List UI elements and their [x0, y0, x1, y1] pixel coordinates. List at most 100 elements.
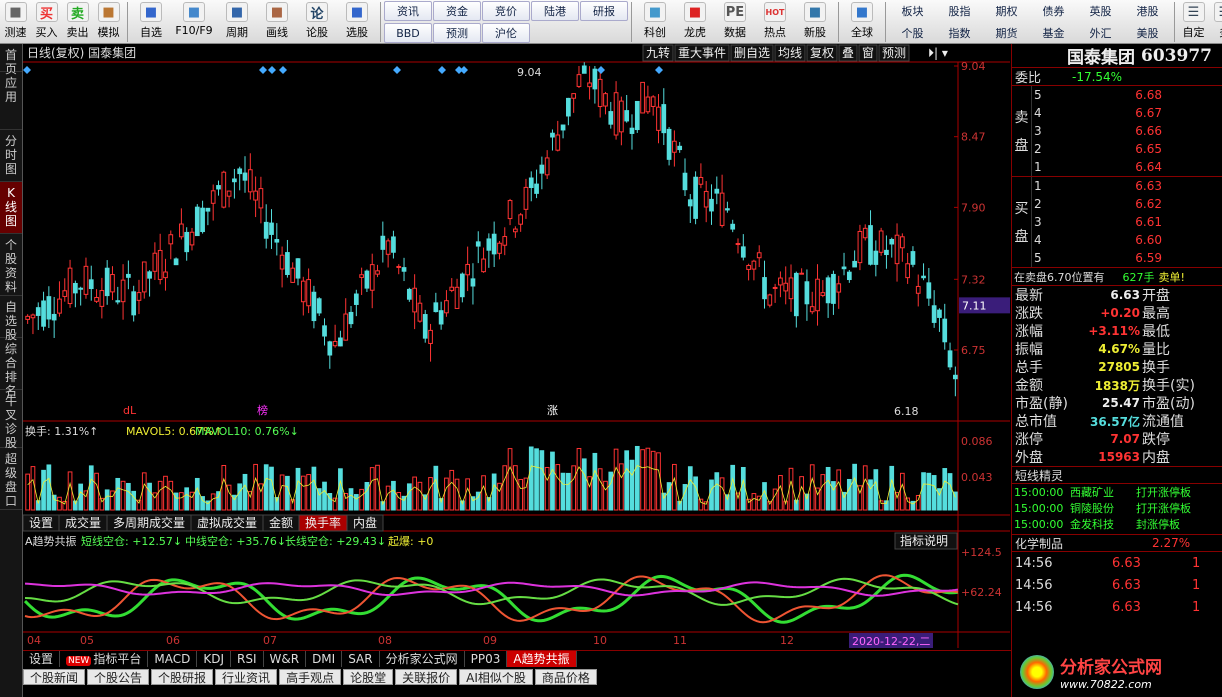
candle[interactable] [475, 231, 481, 264]
indicator-tab[interactable]: MACD [148, 651, 198, 667]
chart-canvas[interactable]: 日线(复权) 国泰集团 九转 重大事件 删自选 均线 复权叠窗预测 ⏵| ▾ 9.04 8.47… [22, 44, 1010, 652]
candle[interactable] [656, 94, 661, 144]
volume-tab[interactable]: 多周期成交量 [106, 514, 192, 532]
candle[interactable] [46, 286, 52, 329]
candle[interactable] [645, 85, 651, 114]
simulate-icon-button[interactable]: ■ 模拟 [93, 0, 124, 43]
candle[interactable] [88, 265, 94, 301]
candle[interactable] [497, 240, 502, 260]
candle[interactable] [894, 223, 900, 282]
candle[interactable] [905, 252, 910, 284]
order-book-row[interactable]: 2 6.65 [1032, 140, 1222, 158]
candle[interactable] [534, 169, 539, 199]
candle[interactable] [391, 230, 396, 259]
candle[interactable] [581, 62, 587, 74]
chart-header-button[interactable]: 重大事件 [674, 44, 730, 62]
f10-icon-button[interactable]: ■ F10/F9 [171, 0, 217, 43]
left-tab[interactable]: 超级盘口 [0, 448, 22, 510]
candle[interactable] [915, 274, 921, 307]
candle[interactable] [555, 120, 561, 152]
news-tab[interactable]: 个股公告 [87, 669, 150, 685]
candle[interactable] [247, 153, 253, 200]
candle[interactable] [221, 170, 227, 209]
candle[interactable] [179, 208, 184, 240]
candle[interactable] [942, 303, 948, 350]
indicator-help-button[interactable]: 指标说明 [894, 532, 958, 550]
candle[interactable] [550, 129, 555, 151]
candle[interactable] [650, 95, 656, 116]
quick-link-button[interactable]: 资金 [433, 1, 481, 21]
left-tab[interactable]: 个股资料 [0, 234, 22, 296]
candle[interactable] [136, 279, 142, 315]
candle[interactable] [348, 306, 354, 328]
candle[interactable] [831, 270, 836, 315]
indicator-tab[interactable]: KDJ [197, 651, 231, 667]
candle[interactable] [852, 250, 857, 268]
event-diamond-icon[interactable] [438, 66, 446, 74]
chart-header-button[interactable]: 窗 [858, 44, 878, 62]
candle[interactable] [279, 246, 285, 288]
candle[interactable] [862, 224, 868, 241]
candle[interactable] [147, 270, 152, 297]
candle[interactable] [486, 233, 492, 268]
candle[interactable] [762, 260, 767, 309]
market-link-button[interactable]: 期货 [983, 23, 1030, 43]
candle[interactable] [841, 252, 847, 276]
candle[interactable] [624, 94, 630, 123]
candle[interactable] [454, 278, 460, 309]
period-icon-button[interactable]: ■ 周期 [217, 0, 257, 43]
candle[interactable] [518, 212, 524, 232]
candle[interactable] [793, 271, 799, 328]
candle[interactable] [57, 281, 62, 317]
candle[interactable] [571, 93, 577, 113]
candle[interactable] [300, 276, 306, 316]
stock-picker-icon-button[interactable]: ■ 选股 [337, 0, 377, 43]
event-diamond-icon[interactable] [460, 66, 468, 74]
candle[interactable] [512, 226, 518, 238]
candle[interactable] [338, 330, 343, 347]
candle[interactable] [295, 258, 301, 286]
chart-header-button[interactable]: 删自选 [730, 44, 774, 62]
candle[interactable] [613, 81, 619, 140]
market-link-button[interactable]: 外汇 [1077, 23, 1124, 43]
candle[interactable] [205, 207, 211, 226]
quick-link-button[interactable]: 预测 [433, 23, 481, 43]
order-book-row[interactable]: 3 6.66 [1032, 122, 1222, 140]
news-tab[interactable]: 个股研报 [151, 669, 214, 685]
candle[interactable] [459, 272, 465, 303]
candle[interactable] [576, 66, 582, 89]
event-diamond-icon[interactable] [23, 66, 31, 74]
candle[interactable] [449, 278, 455, 293]
candle[interactable] [926, 267, 932, 306]
indicator-tab[interactable]: RSI [231, 651, 264, 667]
candle[interactable] [258, 176, 264, 224]
candle[interactable] [428, 323, 433, 362]
left-tab[interactable]: 首页 [0, 44, 22, 76]
volume-tab[interactable]: 内盘 [346, 514, 384, 532]
candle[interactable] [666, 126, 672, 166]
candle[interactable] [947, 342, 953, 371]
event-diamond-icon[interactable] [259, 66, 267, 74]
sell-icon-button[interactable]: 卖卖出 [62, 0, 93, 43]
candle[interactable] [237, 166, 243, 191]
candle[interactable] [274, 223, 280, 256]
dragon-tiger-icon-button[interactable]: ■ 龙虎 [675, 0, 715, 43]
market-link-button[interactable]: 期权 [983, 1, 1030, 21]
candle[interactable] [539, 156, 545, 190]
candle[interactable] [921, 263, 926, 281]
draw-line-icon-button[interactable]: ■ 画线 [257, 0, 297, 43]
candle[interactable] [210, 184, 216, 221]
candle[interactable] [385, 238, 391, 268]
candle[interactable] [433, 292, 439, 313]
candle[interactable] [322, 318, 327, 346]
candle[interactable] [740, 234, 746, 261]
news-tab[interactable]: 关联报价 [395, 669, 458, 685]
market-link-button[interactable]: 港股 [1124, 1, 1171, 21]
candle[interactable] [788, 264, 794, 312]
left-tab[interactable]: 自选股 [0, 296, 22, 342]
indicator-tab[interactable]: DMI [306, 651, 343, 667]
market-link-button[interactable]: 美股 [1124, 23, 1171, 43]
candle[interactable] [35, 302, 41, 330]
candle[interactable] [735, 238, 741, 254]
market-link-button[interactable]: 股指 [936, 1, 983, 21]
